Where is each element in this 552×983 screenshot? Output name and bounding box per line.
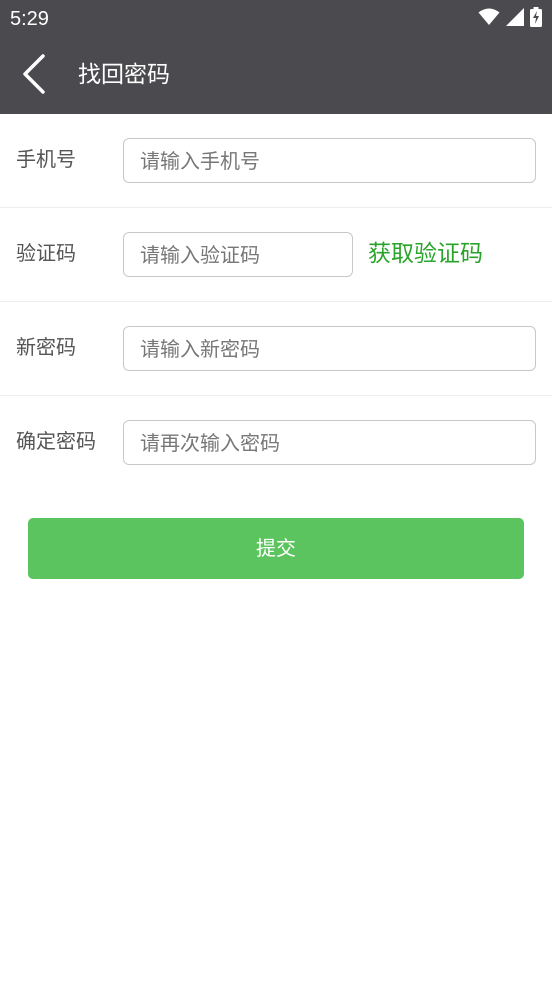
code-row: 验证码 获取验证码 — [0, 208, 552, 302]
new-password-row: 新密码 — [0, 302, 552, 396]
page-title: 找回密码 — [78, 62, 170, 88]
battery-charging-icon — [530, 7, 542, 31]
phone-input[interactable] — [123, 138, 536, 183]
get-code-button[interactable]: 获取验证码 — [368, 234, 483, 274]
new-password-label: 新密码 — [16, 335, 76, 359]
back-chevron-icon — [21, 54, 47, 98]
status-icons — [478, 7, 542, 31]
phone-label: 手机号 — [16, 147, 76, 171]
back-button[interactable] — [12, 52, 56, 100]
confirm-password-label: 确定密码 — [16, 429, 96, 453]
confirm-password-input[interactable] — [123, 420, 536, 465]
app-bar: 找回密码 — [0, 38, 552, 114]
code-label: 验证码 — [16, 241, 76, 265]
status-time: 5:29 — [10, 8, 49, 30]
phone-row: 手机号 — [0, 114, 552, 208]
reset-password-form: 手机号 验证码 获取验证码 新密码 确定密码 — [0, 114, 552, 489]
wifi-icon — [478, 8, 500, 30]
cellular-signal-icon — [506, 8, 524, 30]
status-bar: 5:29 — [0, 0, 552, 38]
confirm-password-row: 确定密码 — [0, 396, 552, 489]
new-password-input[interactable] — [123, 326, 536, 371]
code-input[interactable] — [123, 232, 353, 277]
submit-button[interactable]: 提交 — [28, 518, 524, 579]
